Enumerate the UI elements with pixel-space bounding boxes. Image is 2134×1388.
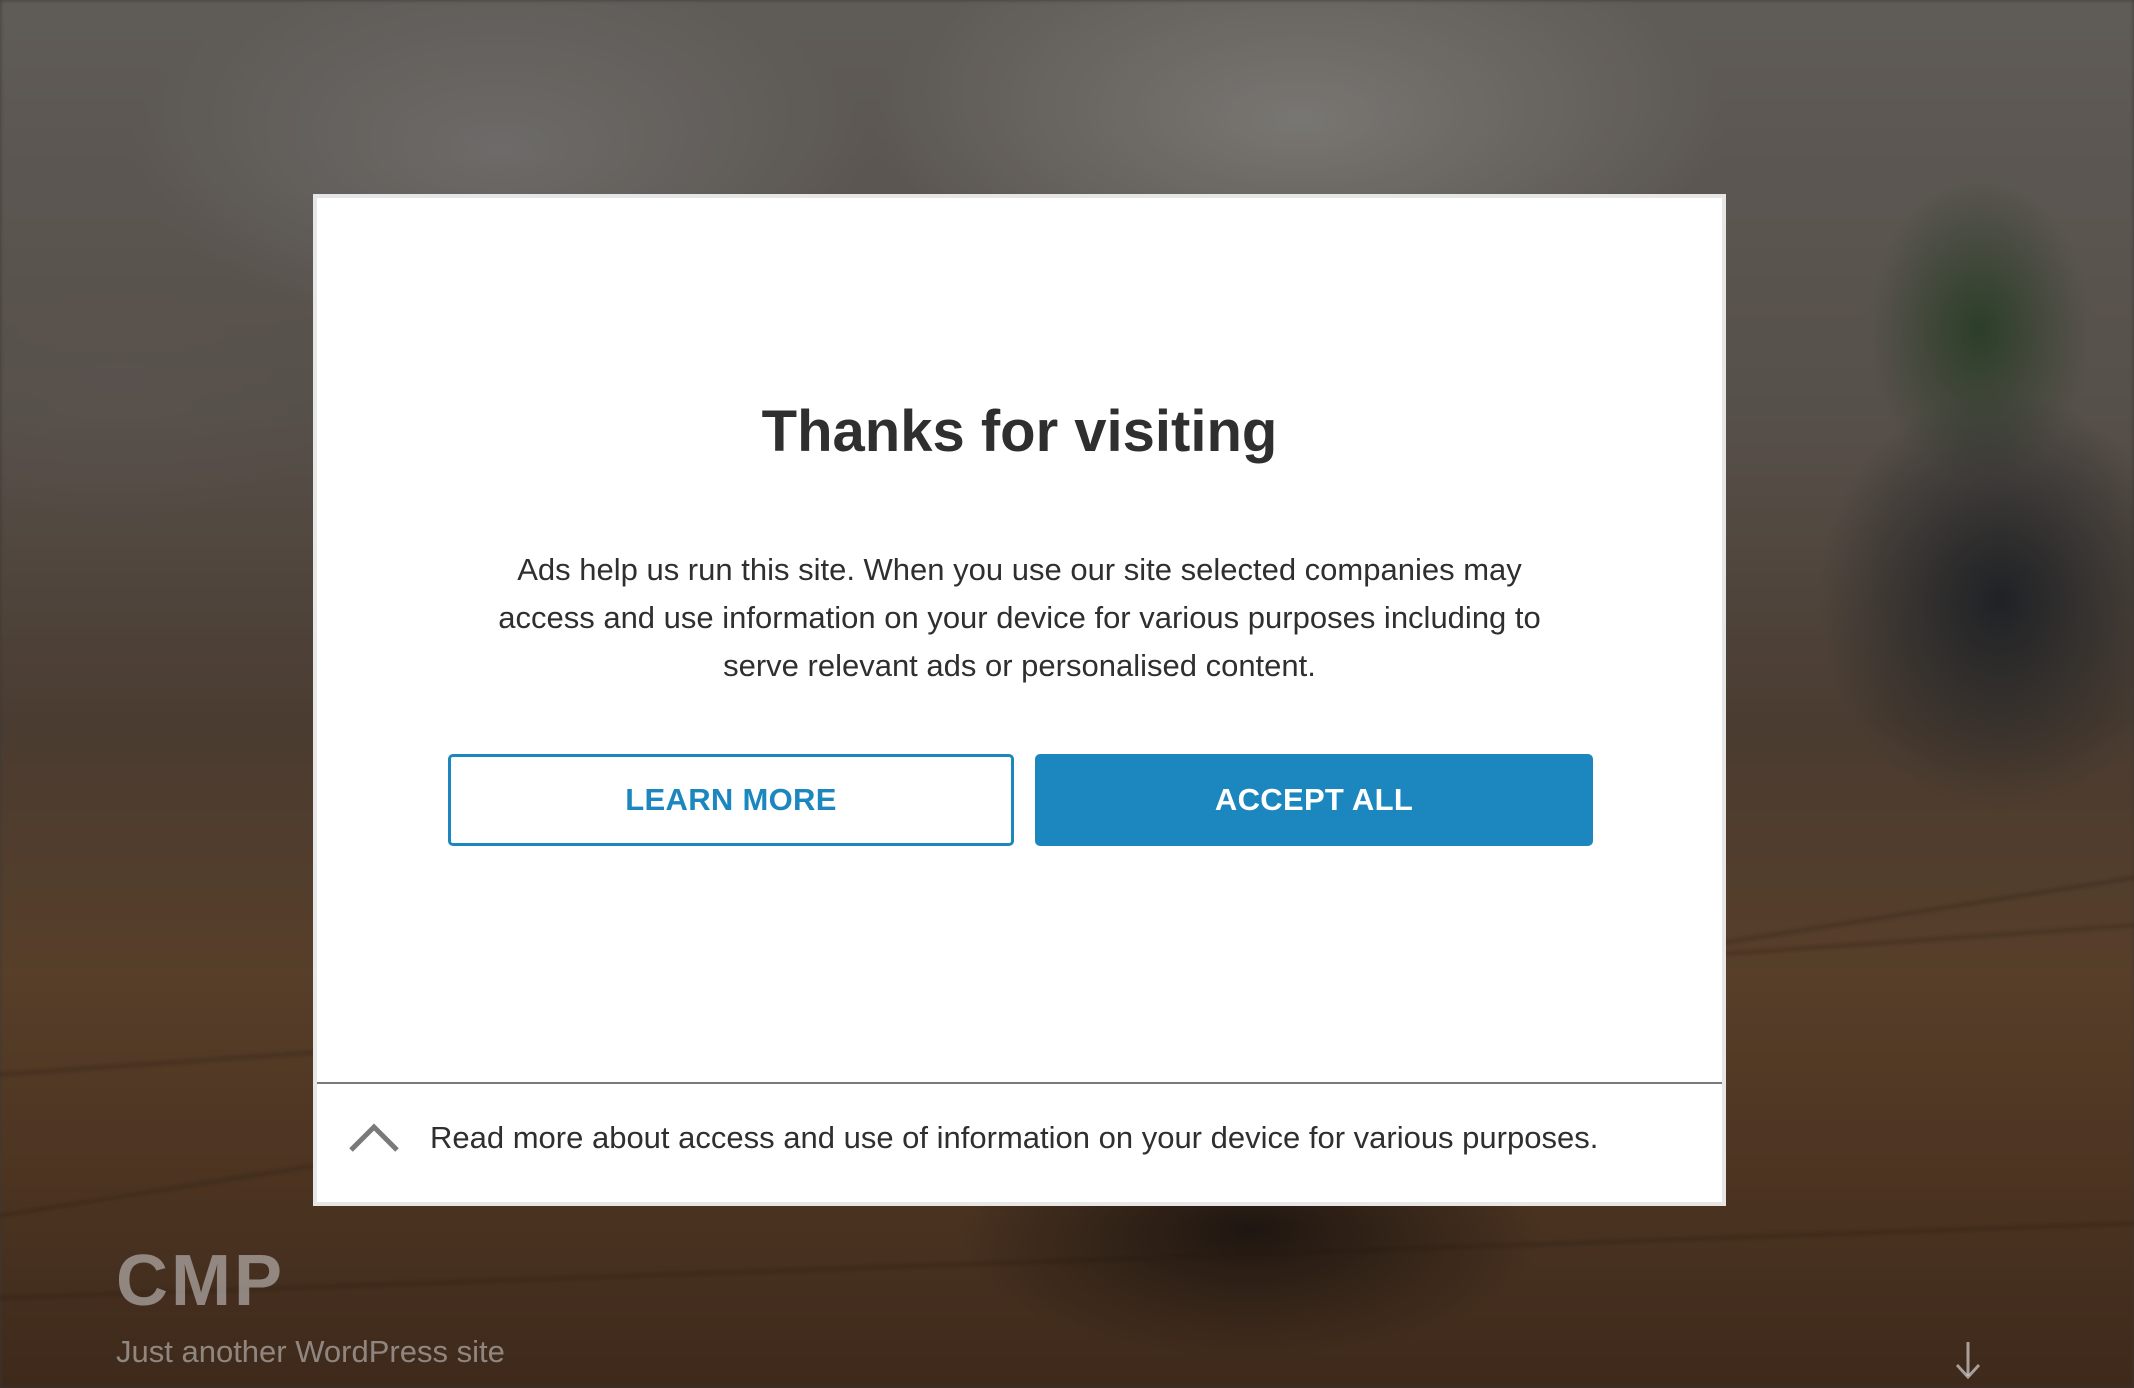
dialog-message: Ads help us run this site. When you use …	[498, 552, 1541, 683]
site-title[interactable]: CMP	[116, 1245, 285, 1317]
read-more-text[interactable]: Read more about access and use of inform…	[430, 1118, 1598, 1158]
read-more-toggle[interactable]: Read more about access and use of inform…	[317, 1086, 1722, 1202]
arrow-down-icon[interactable]	[1954, 1340, 1982, 1380]
page: CMP Just another WordPress site Thanks f…	[0, 0, 2134, 1388]
consent-dialog: Thanks for visiting Ads help us run this…	[313, 194, 1726, 1206]
divider	[317, 1082, 1722, 1084]
learn-more-button[interactable]: LEARN MORE	[448, 754, 1014, 846]
dialog-title: Thanks for visiting	[761, 399, 1278, 464]
site-tagline: Just another WordPress site	[116, 1334, 505, 1369]
accept-all-button[interactable]: ACCEPT ALL	[1035, 754, 1593, 846]
chevron-up-icon[interactable]	[347, 1122, 401, 1154]
